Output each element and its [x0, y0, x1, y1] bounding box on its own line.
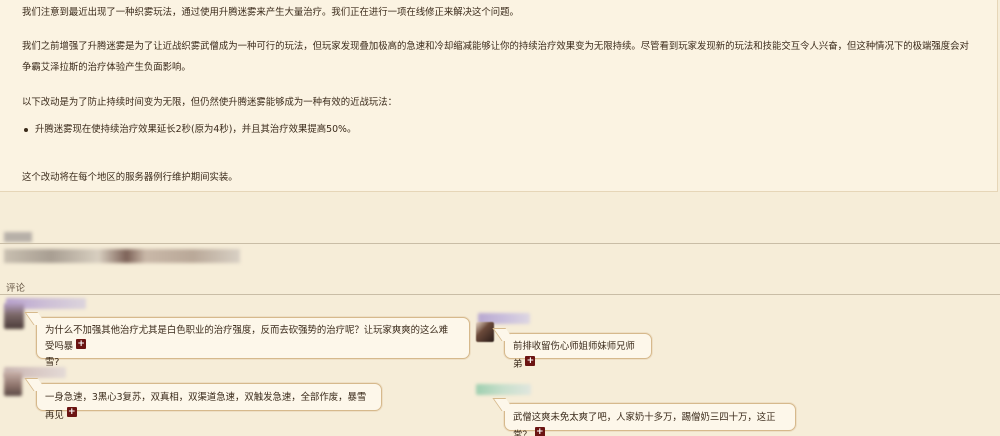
comment-bubble: 前排收留伤心师姐师妹师兄师弟 +	[504, 333, 652, 370]
comment-text: 一身急速，3黑心3复苏，双真相，双渠道急速，双触发急速，全部作废，暴雪再见	[45, 392, 367, 421]
comment-text: 武僧这爽未免太爽了吧，人家奶十多万，踢僧奶三四十万，这正常？	[513, 412, 776, 436]
avatar[interactable]	[4, 303, 24, 329]
article-paragraph: 以下改动是为了防止持续时间变为无限，但仍然使升腾迷雾能够成为一种有效的近战玩法：	[22, 97, 398, 108]
comment-bubble: 为什么不加强其他治疗尤其是白色职业的治疗强度，反而去砍强势的治疗呢？让玩家爽爽的…	[36, 317, 470, 368]
article-paragraph: 争霸艾泽拉斯的治疗体验产生负面影响。	[22, 62, 191, 73]
divider	[0, 243, 1000, 244]
article-paragraph: 这个改动将在每个地区的服务器例行维护期间实装。	[22, 172, 238, 183]
plus-icon[interactable]: +	[534, 427, 545, 436]
bullet-text: 升腾迷雾现在使持续治疗效果延长2秒(原为4秒)，并且其治疗效果提高50%。	[35, 124, 357, 135]
plus-icon[interactable]: +	[525, 356, 536, 366]
bullet-icon	[24, 127, 28, 132]
plus-icon[interactable]: +	[66, 407, 77, 417]
comment-bubble: 一身急速，3黑心3复苏，双真相，双渠道急速，双触发急速，全部作废，暴雪再见 +	[36, 383, 382, 421]
avatar[interactable]	[476, 322, 494, 342]
author-bar-redacted	[4, 249, 240, 263]
plus-icon[interactable]: +	[76, 339, 87, 349]
comment-bubble: 武僧这爽未免太爽了吧，人家奶十多万，踢僧奶三四十万，这正常？ +	[504, 403, 796, 436]
article-panel: 我们注意到最近出现了一种织雾玩法，通过使用升腾迷雾来产生大量治疗。我们正在进行一…	[0, 0, 998, 192]
comment-text: 为什么不加强其他治疗尤其是白色职业的治疗强度，反而去砍强势的治疗呢？让玩家爽爽的…	[45, 325, 449, 352]
comments-heading: 评论	[6, 283, 26, 294]
bullet-list-item: 升腾迷雾现在使持续治疗效果延长2秒(原为4秒)，并且其治疗效果提高50%。	[24, 119, 356, 140]
avatar[interactable]	[4, 372, 22, 396]
author-meta-redacted	[4, 232, 32, 242]
article-paragraph: 我们注意到最近出现了一种织雾玩法，通过使用升腾迷雾来产生大量治疗。我们正在进行一…	[22, 7, 519, 18]
divider	[0, 294, 1000, 295]
article-paragraph: 我们之前增强了升腾迷雾是为了让近战织雾武僧成为一种可行的玩法，但玩家发现叠加极高…	[22, 41, 969, 52]
username-redacted	[476, 384, 531, 395]
